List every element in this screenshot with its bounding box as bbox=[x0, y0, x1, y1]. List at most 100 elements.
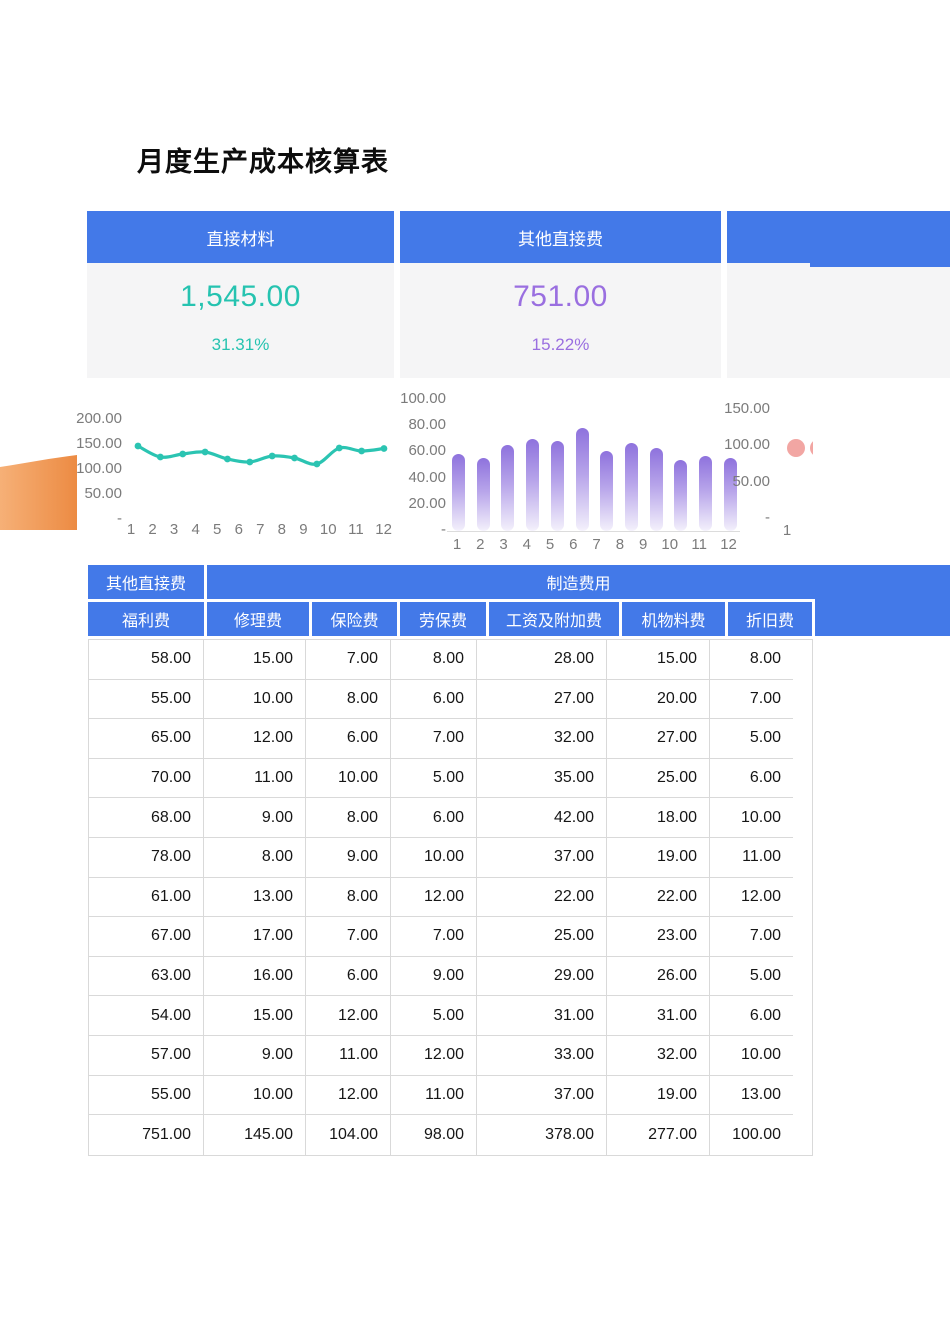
table-cell[interactable]: 54.00 bbox=[89, 996, 204, 1036]
table-cell[interactable]: 27.00 bbox=[607, 719, 710, 759]
header-cell-other-direct[interactable]: 其他直接费 bbox=[88, 565, 204, 599]
table-cell[interactable]: 6.00 bbox=[306, 719, 391, 759]
table-cell[interactable]: 57.00 bbox=[89, 1036, 204, 1076]
table-cell[interactable]: 12.00 bbox=[306, 1076, 391, 1116]
table-cell[interactable]: 42.00 bbox=[477, 798, 607, 838]
table-cell[interactable]: 37.00 bbox=[477, 838, 607, 878]
table-cell[interactable]: 11.00 bbox=[391, 1076, 477, 1116]
table-cell[interactable]: 65.00 bbox=[89, 719, 204, 759]
table-cell[interactable]: 9.00 bbox=[391, 957, 477, 997]
table-cell[interactable]: 7.00 bbox=[306, 640, 391, 680]
table-cell[interactable]: 31.00 bbox=[477, 996, 607, 1036]
header-cell[interactable]: 福利费 bbox=[88, 602, 204, 636]
header-cell[interactable]: 机物料费 bbox=[622, 602, 725, 636]
table-cell[interactable]: 20.00 bbox=[607, 680, 710, 720]
table-cell[interactable]: 751.00 bbox=[89, 1115, 204, 1155]
table-cell[interactable]: 11.00 bbox=[710, 838, 793, 878]
header-cell[interactable]: 修理费 bbox=[207, 602, 309, 636]
table-cell[interactable]: 13.00 bbox=[204, 878, 306, 918]
table-cell[interactable]: 6.00 bbox=[391, 680, 477, 720]
table-cell[interactable]: 63.00 bbox=[89, 957, 204, 997]
table-cell[interactable]: 9.00 bbox=[204, 1036, 306, 1076]
table-cell[interactable]: 35.00 bbox=[477, 759, 607, 799]
table-cell[interactable]: 11.00 bbox=[306, 1036, 391, 1076]
table-cell[interactable]: 11.00 bbox=[204, 759, 306, 799]
table-cell[interactable]: 6.00 bbox=[391, 798, 477, 838]
table-cell[interactable]: 78.00 bbox=[89, 838, 204, 878]
table-cell[interactable]: 7.00 bbox=[391, 917, 477, 957]
table-cell[interactable]: 13.00 bbox=[710, 1076, 793, 1116]
table-cell[interactable]: 10.00 bbox=[710, 1036, 793, 1076]
table-cell[interactable]: 5.00 bbox=[710, 957, 793, 997]
table-cell[interactable]: 28.00 bbox=[477, 640, 607, 680]
table-cell[interactable]: 67.00 bbox=[89, 917, 204, 957]
table-cell[interactable]: 8.00 bbox=[306, 878, 391, 918]
table-cell[interactable]: 12.00 bbox=[391, 1036, 477, 1076]
table-cell[interactable]: 5.00 bbox=[710, 719, 793, 759]
table-cell[interactable]: 7.00 bbox=[710, 917, 793, 957]
header-cell[interactable]: 工资及附加费 bbox=[489, 602, 619, 636]
table-cell[interactable]: 68.00 bbox=[89, 798, 204, 838]
table-cell[interactable]: 100.00 bbox=[710, 1115, 793, 1155]
table-cell[interactable]: 10.00 bbox=[204, 680, 306, 720]
table-cell[interactable]: 378.00 bbox=[477, 1115, 607, 1155]
table-cell[interactable]: 15.00 bbox=[204, 640, 306, 680]
table-cell[interactable]: 9.00 bbox=[204, 798, 306, 838]
table-cell[interactable]: 29.00 bbox=[477, 957, 607, 997]
table-cell[interactable]: 58.00 bbox=[89, 640, 204, 680]
header-cell[interactable]: 劳保费 bbox=[400, 602, 486, 636]
table-cell[interactable]: 104.00 bbox=[306, 1115, 391, 1155]
table-cell[interactable]: 8.00 bbox=[306, 798, 391, 838]
table-cell[interactable]: 15.00 bbox=[607, 640, 710, 680]
table-cell[interactable]: 8.00 bbox=[710, 640, 793, 680]
table-cell[interactable]: 12.00 bbox=[204, 719, 306, 759]
table-cell[interactable]: 61.00 bbox=[89, 878, 204, 918]
table-cell[interactable]: 19.00 bbox=[607, 838, 710, 878]
table-cell[interactable]: 31.00 bbox=[607, 996, 710, 1036]
header-cell[interactable]: 折旧费 bbox=[728, 602, 812, 636]
table-cell[interactable]: 25.00 bbox=[607, 759, 710, 799]
table-cell[interactable]: 15.00 bbox=[204, 996, 306, 1036]
table-cell[interactable]: 55.00 bbox=[89, 680, 204, 720]
table-cell[interactable]: 8.00 bbox=[306, 680, 391, 720]
table-cell[interactable]: 7.00 bbox=[710, 680, 793, 720]
table-cell[interactable]: 5.00 bbox=[391, 996, 477, 1036]
table-cell[interactable]: 6.00 bbox=[710, 759, 793, 799]
table-cell[interactable]: 7.00 bbox=[306, 917, 391, 957]
x-tick-label: 8 bbox=[277, 521, 287, 538]
header-cell[interactable]: 保险费 bbox=[312, 602, 397, 636]
table-cell[interactable]: 27.00 bbox=[477, 680, 607, 720]
table-cell[interactable]: 8.00 bbox=[391, 640, 477, 680]
table-cell[interactable]: 19.00 bbox=[607, 1076, 710, 1116]
table-cell[interactable]: 32.00 bbox=[477, 719, 607, 759]
table-cell[interactable]: 25.00 bbox=[477, 917, 607, 957]
table-cell[interactable]: 9.00 bbox=[306, 838, 391, 878]
table-cell[interactable]: 277.00 bbox=[607, 1115, 710, 1155]
table-cell[interactable]: 22.00 bbox=[607, 878, 710, 918]
table-cell[interactable]: 6.00 bbox=[306, 957, 391, 997]
table-cell[interactable]: 70.00 bbox=[89, 759, 204, 799]
table-cell[interactable]: 18.00 bbox=[607, 798, 710, 838]
table-cell[interactable]: 6.00 bbox=[710, 996, 793, 1036]
table-cell[interactable]: 10.00 bbox=[710, 798, 793, 838]
table-cell[interactable]: 23.00 bbox=[607, 917, 710, 957]
table-cell[interactable]: 12.00 bbox=[391, 878, 477, 918]
table-cell[interactable]: 32.00 bbox=[607, 1036, 710, 1076]
table-cell[interactable]: 26.00 bbox=[607, 957, 710, 997]
table-cell[interactable]: 17.00 bbox=[204, 917, 306, 957]
table-cell[interactable]: 10.00 bbox=[204, 1076, 306, 1116]
table-cell[interactable]: 8.00 bbox=[204, 838, 306, 878]
table-cell[interactable]: 33.00 bbox=[477, 1036, 607, 1076]
table-cell[interactable]: 16.00 bbox=[204, 957, 306, 997]
table-cell[interactable]: 98.00 bbox=[391, 1115, 477, 1155]
table-cell[interactable]: 10.00 bbox=[306, 759, 391, 799]
table-cell[interactable]: 12.00 bbox=[306, 996, 391, 1036]
table-cell[interactable]: 7.00 bbox=[391, 719, 477, 759]
table-cell[interactable]: 22.00 bbox=[477, 878, 607, 918]
table-cell[interactable]: 12.00 bbox=[710, 878, 793, 918]
table-cell[interactable]: 145.00 bbox=[204, 1115, 306, 1155]
table-cell[interactable]: 5.00 bbox=[391, 759, 477, 799]
table-cell[interactable]: 55.00 bbox=[89, 1076, 204, 1116]
table-cell[interactable]: 10.00 bbox=[391, 838, 477, 878]
table-cell[interactable]: 37.00 bbox=[477, 1076, 607, 1116]
